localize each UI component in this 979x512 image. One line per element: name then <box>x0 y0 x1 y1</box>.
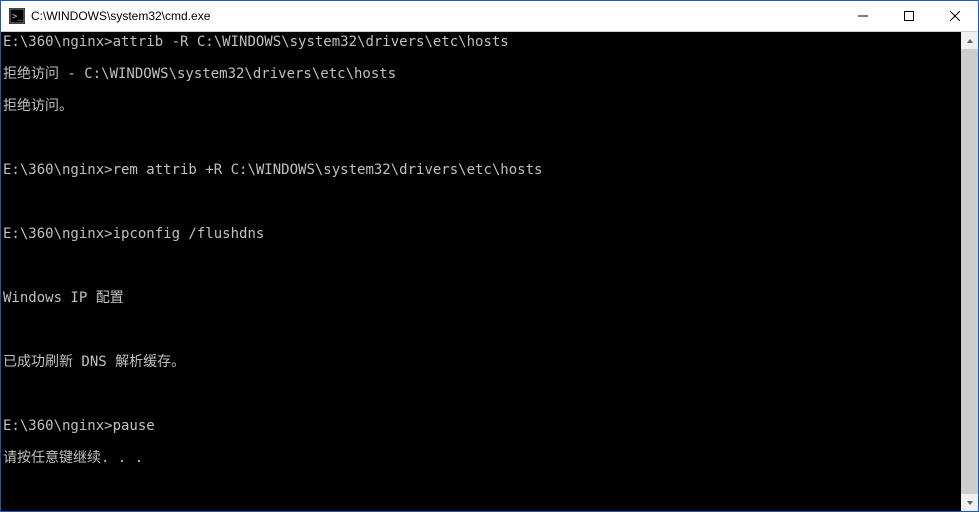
output-text <box>3 130 11 146</box>
maximize-button[interactable] <box>886 1 932 31</box>
titlebar[interactable]: >_ C:\WINDOWS\system32\cmd.exe <box>1 1 978 32</box>
minimize-button[interactable] <box>840 1 886 31</box>
output-text <box>3 258 11 274</box>
prompt: E:\360\nginx> <box>3 34 113 50</box>
output-text: 拒绝访问。 <box>3 98 73 114</box>
prompt: E:\360\nginx> <box>3 226 113 242</box>
close-button[interactable] <box>932 1 978 31</box>
prompt: E:\360\nginx> <box>3 162 113 178</box>
output-text <box>3 194 11 210</box>
output-text: Windows IP 配置 <box>3 290 124 306</box>
scrollbar-track[interactable] <box>961 49 978 494</box>
vertical-scrollbar[interactable] <box>961 32 978 511</box>
scroll-up-button[interactable] <box>961 32 978 49</box>
terminal-line <box>3 194 961 210</box>
output-text: 拒绝访问 - C:\WINDOWS\system32\drivers\etc\h… <box>3 66 396 82</box>
command-text: ipconfig /flushdns <box>113 226 265 242</box>
output-text <box>3 386 11 402</box>
terminal-output[interactable]: E:\360\nginx>attrib -R C:\WINDOWS\system… <box>1 32 961 511</box>
scroll-down-button[interactable] <box>961 494 978 511</box>
output-text: 已成功刷新 DNS 解析缓存。 <box>3 354 185 370</box>
scrollbar-thumb[interactable] <box>961 49 978 494</box>
terminal-line <box>3 130 961 146</box>
output-text: 请按任意键继续. . . <box>3 450 143 466</box>
command-text: pause <box>113 418 155 434</box>
terminal-line: 请按任意键继续. . . <box>3 450 961 466</box>
command-text: attrib -R C:\WINDOWS\system32\drivers\et… <box>113 34 509 50</box>
terminal-line: Windows IP 配置 <box>3 290 961 306</box>
svg-text:>_: >_ <box>12 12 23 22</box>
prompt: E:\360\nginx> <box>3 418 113 434</box>
terminal-line: E:\360\nginx>rem attrib +R C:\WINDOWS\sy… <box>3 162 961 178</box>
terminal-line: 拒绝访问。 <box>3 98 961 114</box>
terminal-line: 拒绝访问 - C:\WINDOWS\system32\drivers\etc\h… <box>3 66 961 82</box>
command-text: rem attrib +R C:\WINDOWS\system32\driver… <box>113 162 543 178</box>
terminal-line: E:\360\nginx>pause <box>3 418 961 434</box>
terminal-line <box>3 386 961 402</box>
terminal-line: E:\360\nginx>ipconfig /flushdns <box>3 226 961 242</box>
cmd-icon: >_ <box>9 8 25 24</box>
terminal-line <box>3 258 961 274</box>
output-text <box>3 322 11 338</box>
terminal-line <box>3 322 961 338</box>
terminal-line: E:\360\nginx>attrib -R C:\WINDOWS\system… <box>3 34 961 50</box>
terminal-line: 已成功刷新 DNS 解析缓存。 <box>3 354 961 370</box>
cmd-window: >_ C:\WINDOWS\system32\cmd.exe E:\360\ng… <box>0 0 979 512</box>
window-title: C:\WINDOWS\system32\cmd.exe <box>31 9 210 23</box>
content-wrap: E:\360\nginx>attrib -R C:\WINDOWS\system… <box>1 32 978 511</box>
